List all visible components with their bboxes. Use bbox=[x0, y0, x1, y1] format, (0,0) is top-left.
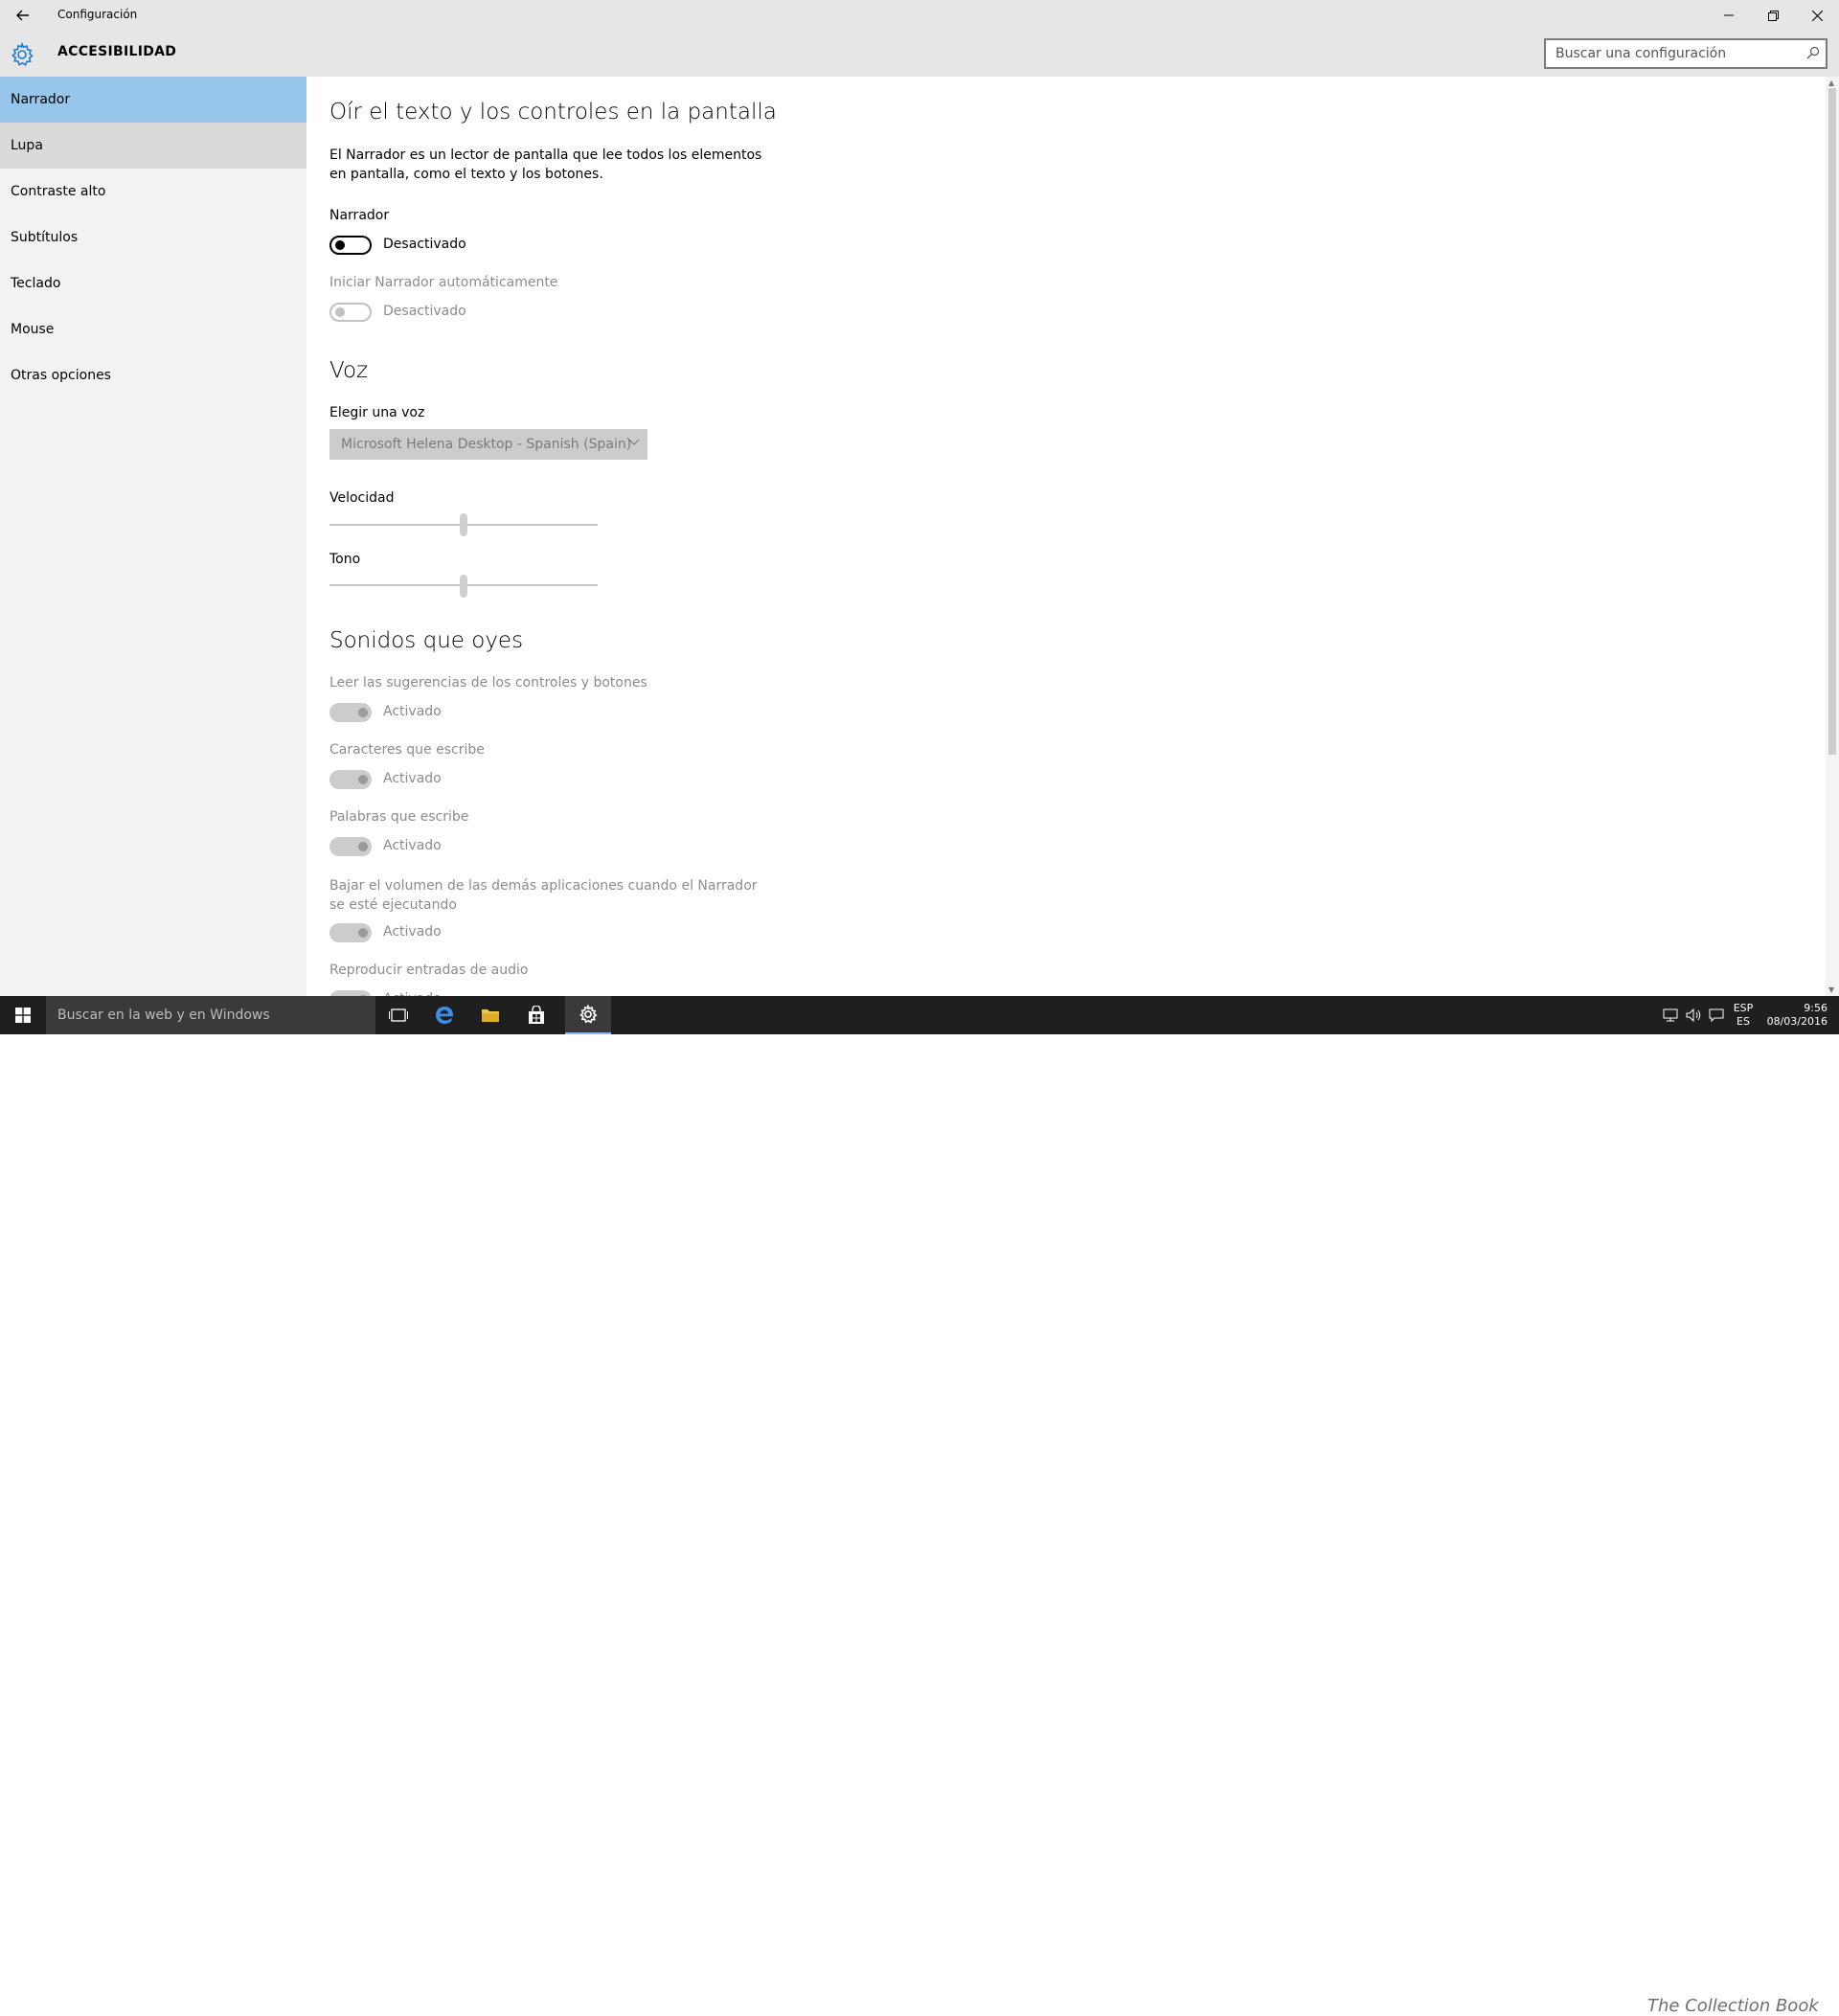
sidebar-item-otras-opciones[interactable]: Otras opciones bbox=[0, 352, 306, 398]
toggle-knob bbox=[358, 775, 368, 784]
watermark: The Collection Book bbox=[1647, 1996, 1819, 2016]
content-pane: Oír el texto y los controles en la panta… bbox=[306, 77, 1820, 996]
minimize-icon bbox=[1724, 14, 1734, 16]
toggle-knob bbox=[358, 928, 368, 938]
voice-dropdown-value: Microsoft Helena Desktop - Spanish (Spai… bbox=[341, 437, 632, 452]
pitch-label: Tono bbox=[329, 552, 361, 567]
close-button[interactable] bbox=[1795, 0, 1839, 31]
file-explorer-button[interactable] bbox=[467, 996, 513, 1034]
sidebar-item-label: Otras opciones bbox=[11, 368, 111, 383]
taskbar-search-text: Buscar en la web y en Windows bbox=[57, 1008, 270, 1023]
sound-option-label: Caracteres que escribe bbox=[329, 742, 485, 758]
sidebar-item-label: Narrador bbox=[11, 92, 71, 107]
voice-heading: Voz bbox=[329, 358, 369, 383]
section-title: ACCESIBILIDAD bbox=[57, 44, 177, 59]
toggle-knob bbox=[358, 842, 368, 851]
scrollbar-thumb[interactable] bbox=[1828, 88, 1836, 755]
close-icon bbox=[1811, 10, 1823, 21]
auto-start-label: Iniciar Narrador automáticamente bbox=[329, 275, 558, 290]
taskbar-search[interactable]: Buscar en la web y en Windows bbox=[46, 996, 375, 1034]
words-toggle-state: Activado bbox=[383, 838, 442, 853]
lower-volume-toggle[interactable] bbox=[329, 923, 372, 942]
sidebar-item-subtitulos[interactable]: Subtítulos bbox=[0, 215, 306, 260]
sidebar-item-label: Mouse bbox=[11, 322, 55, 337]
minimize-button[interactable] bbox=[1707, 0, 1751, 31]
scroll-up-icon[interactable]: ▲ bbox=[1828, 79, 1834, 87]
sound-option-label: Leer las sugerencias de los controles y … bbox=[329, 675, 647, 691]
clock-time: 9:56 bbox=[1804, 1002, 1828, 1014]
sound-option-label: Palabras que escribe bbox=[329, 809, 469, 825]
sidebar-item-teclado[interactable]: Teclado bbox=[0, 260, 306, 306]
sidebar: Narrador Lupa Contraste alto Subtítulos … bbox=[0, 77, 306, 996]
sidebar-item-label: Teclado bbox=[11, 276, 61, 291]
scroll-down-icon[interactable]: ▼ bbox=[1828, 985, 1834, 994]
sidebar-item-label: Contraste alto bbox=[11, 184, 106, 199]
gear-icon bbox=[579, 1005, 598, 1024]
narrator-toggle[interactable] bbox=[329, 236, 372, 255]
taskbar: Buscar en la web y en Windows The Collec… bbox=[0, 996, 1839, 2016]
language-code: ESP bbox=[1733, 1002, 1754, 1014]
clock-date: 08/03/2016 bbox=[1766, 1015, 1828, 1028]
auto-start-toggle-state: Desactivado bbox=[383, 304, 466, 319]
sidebar-item-label: Subtítulos bbox=[11, 230, 79, 245]
start-button[interactable] bbox=[0, 996, 46, 1034]
tooltips-toggle[interactable] bbox=[329, 703, 372, 722]
tooltips-toggle-state: Activado bbox=[383, 704, 442, 719]
narrator-description: El Narrador es un lector de pantalla que… bbox=[329, 147, 762, 182]
speed-label: Velocidad bbox=[329, 490, 395, 506]
narrator-label: Narrador bbox=[329, 208, 390, 223]
keyboard-code: ES bbox=[1737, 1015, 1750, 1028]
windows-logo-icon bbox=[15, 1008, 31, 1023]
settings-taskbar-button[interactable] bbox=[565, 996, 611, 1034]
restore-button[interactable] bbox=[1751, 0, 1795, 31]
page-title: Oír el texto y los controles en la panta… bbox=[329, 100, 777, 125]
lower-volume-toggle-state: Activado bbox=[383, 924, 442, 940]
sidebar-item-narrador[interactable]: Narrador bbox=[0, 77, 306, 123]
narrator-toggle-state: Desactivado bbox=[383, 237, 466, 252]
toggle-knob bbox=[335, 240, 345, 250]
chevron-down-icon bbox=[628, 439, 640, 445]
choose-voice-label: Elegir una voz bbox=[329, 405, 425, 420]
notifications-icon[interactable] bbox=[1709, 1008, 1724, 1046]
settings-search[interactable] bbox=[1544, 38, 1828, 69]
title-bar: Configuración bbox=[0, 0, 1839, 31]
edge-button[interactable] bbox=[421, 996, 467, 1034]
auto-start-toggle[interactable] bbox=[329, 303, 372, 322]
search-input[interactable] bbox=[1546, 40, 1785, 67]
content-scrollbar[interactable]: ▲ ▼ bbox=[1826, 77, 1839, 996]
restore-icon bbox=[1767, 10, 1779, 21]
toggle-knob bbox=[358, 708, 368, 717]
clock[interactable]: 9:56 08/03/2016 bbox=[1760, 1002, 1828, 1040]
back-button[interactable] bbox=[11, 4, 34, 27]
window-title: Configuración bbox=[57, 8, 138, 21]
sidebar-item-lupa[interactable]: Lupa bbox=[0, 123, 306, 169]
folder-icon bbox=[482, 1009, 499, 1022]
input-language[interactable]: ESP ES bbox=[1732, 1002, 1755, 1040]
voice-dropdown[interactable]: Microsoft Helena Desktop - Spanish (Spai… bbox=[329, 429, 647, 460]
back-arrow-icon bbox=[16, 10, 29, 21]
store-icon bbox=[529, 1006, 544, 1024]
sidebar-item-contraste-alto[interactable]: Contraste alto bbox=[0, 169, 306, 215]
gear-icon bbox=[11, 42, 34, 66]
sound-option-label: Reproducir entradas de audio bbox=[329, 963, 529, 978]
characters-toggle-state: Activado bbox=[383, 771, 442, 786]
speed-slider-thumb[interactable] bbox=[460, 513, 467, 536]
search-icon[interactable] bbox=[1806, 46, 1820, 59]
sidebar-item-mouse[interactable]: Mouse bbox=[0, 306, 306, 352]
network-icon[interactable] bbox=[1663, 1008, 1678, 1046]
task-view-icon bbox=[389, 1008, 408, 1022]
toggle-knob bbox=[335, 307, 345, 317]
words-toggle[interactable] bbox=[329, 837, 372, 856]
task-view-button[interactable] bbox=[375, 996, 421, 1034]
store-button[interactable] bbox=[513, 996, 559, 1034]
pitch-slider-thumb[interactable] bbox=[460, 575, 467, 598]
volume-icon[interactable] bbox=[1686, 1008, 1703, 1046]
sounds-heading: Sonidos que oyes bbox=[329, 628, 524, 653]
sound-option-label: Bajar el volumen de las demás aplicacion… bbox=[329, 878, 758, 913]
edge-icon bbox=[436, 1007, 453, 1024]
characters-toggle[interactable] bbox=[329, 770, 372, 789]
sidebar-item-label: Lupa bbox=[11, 138, 43, 153]
